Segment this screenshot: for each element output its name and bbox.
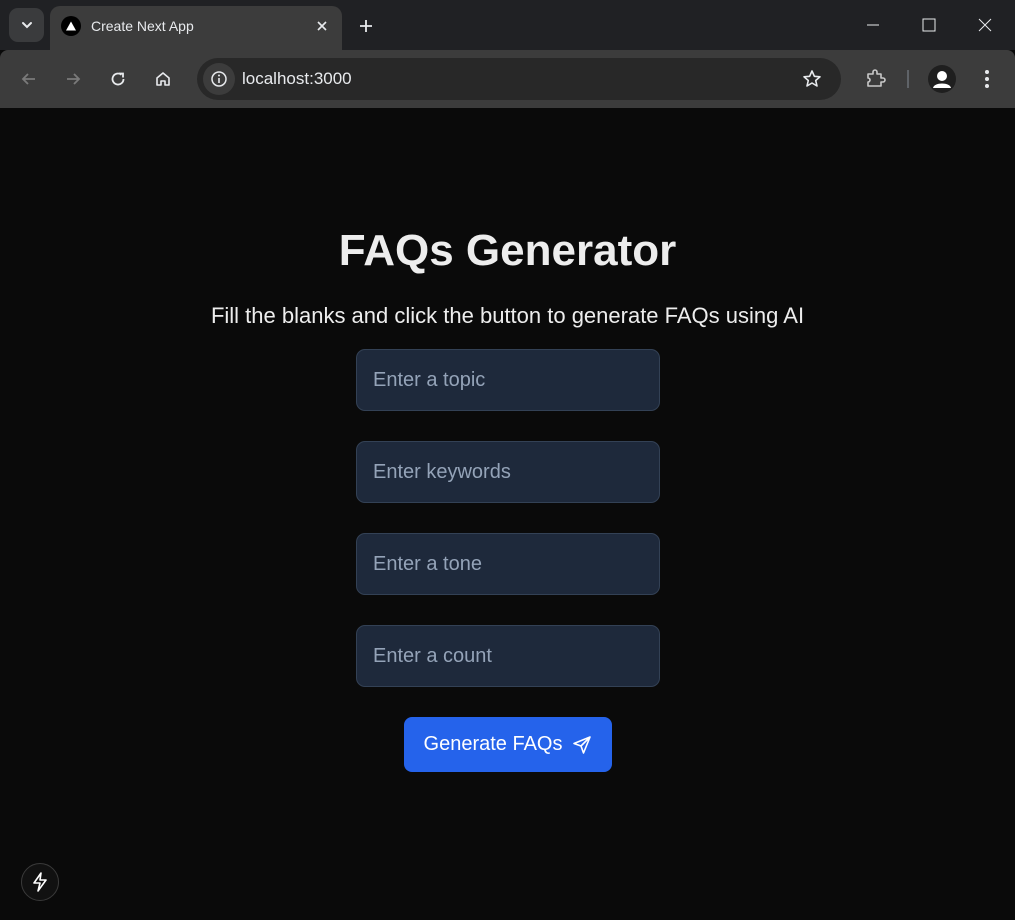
maximize-icon bbox=[922, 18, 936, 32]
url-text[interactable]: localhost:3000 bbox=[242, 69, 352, 89]
star-icon bbox=[803, 70, 821, 87]
window-close-icon bbox=[978, 18, 992, 32]
plus-icon bbox=[360, 20, 372, 32]
minimize-button[interactable] bbox=[845, 0, 901, 50]
site-info-button[interactable] bbox=[203, 63, 235, 95]
lightning-icon bbox=[33, 872, 47, 892]
forward-button[interactable] bbox=[57, 63, 89, 95]
extensions-button[interactable] bbox=[860, 63, 892, 95]
more-vert-icon bbox=[985, 70, 989, 88]
minimize-icon bbox=[867, 24, 879, 26]
bookmark-button[interactable] bbox=[797, 64, 827, 94]
browser-tab-strip: Create Next App bbox=[0, 0, 1015, 50]
nextjs-dev-indicator[interactable] bbox=[21, 863, 59, 901]
profile-button[interactable] bbox=[928, 65, 956, 93]
count-input[interactable] bbox=[356, 625, 660, 687]
topic-input[interactable] bbox=[356, 349, 660, 411]
home-icon bbox=[156, 72, 170, 86]
page-content: FAQs Generator Fill the blanks and click… bbox=[0, 108, 1015, 920]
browser-tab[interactable]: Create Next App bbox=[50, 6, 342, 50]
toolbar-divider bbox=[907, 70, 909, 88]
back-button[interactable] bbox=[13, 63, 45, 95]
generate-faqs-button[interactable]: Generate FAQs bbox=[404, 717, 612, 772]
puzzle-icon bbox=[867, 69, 886, 87]
address-bar[interactable]: localhost:3000 bbox=[197, 58, 841, 100]
send-icon bbox=[573, 735, 592, 754]
info-icon bbox=[211, 71, 227, 87]
tone-input[interactable] bbox=[356, 533, 660, 595]
generate-button-label: Generate FAQs bbox=[423, 733, 563, 755]
reload-icon bbox=[111, 72, 125, 86]
tab-close-button[interactable] bbox=[312, 16, 332, 36]
page-subtitle: Fill the blanks and click the button to … bbox=[210, 303, 805, 328]
tab-search-button[interactable] bbox=[9, 8, 44, 42]
reload-button[interactable] bbox=[102, 63, 134, 95]
tab-title: Create Next App bbox=[91, 18, 194, 34]
more-menu-button[interactable] bbox=[971, 63, 1003, 95]
close-icon bbox=[317, 21, 327, 31]
profile-icon bbox=[933, 71, 951, 88]
keywords-input[interactable] bbox=[356, 441, 660, 503]
new-tab-button[interactable] bbox=[352, 12, 380, 40]
nextjs-favicon-icon bbox=[61, 16, 81, 36]
chevron-down-icon bbox=[21, 22, 32, 29]
back-arrow-icon bbox=[21, 73, 35, 85]
home-button[interactable] bbox=[147, 63, 179, 95]
window-close-button[interactable] bbox=[957, 0, 1013, 50]
page-title: FAQs Generator bbox=[338, 226, 677, 275]
forward-arrow-icon bbox=[67, 73, 81, 85]
maximize-button[interactable] bbox=[901, 0, 957, 50]
browser-toolbar: localhost:3000 bbox=[0, 50, 1015, 108]
